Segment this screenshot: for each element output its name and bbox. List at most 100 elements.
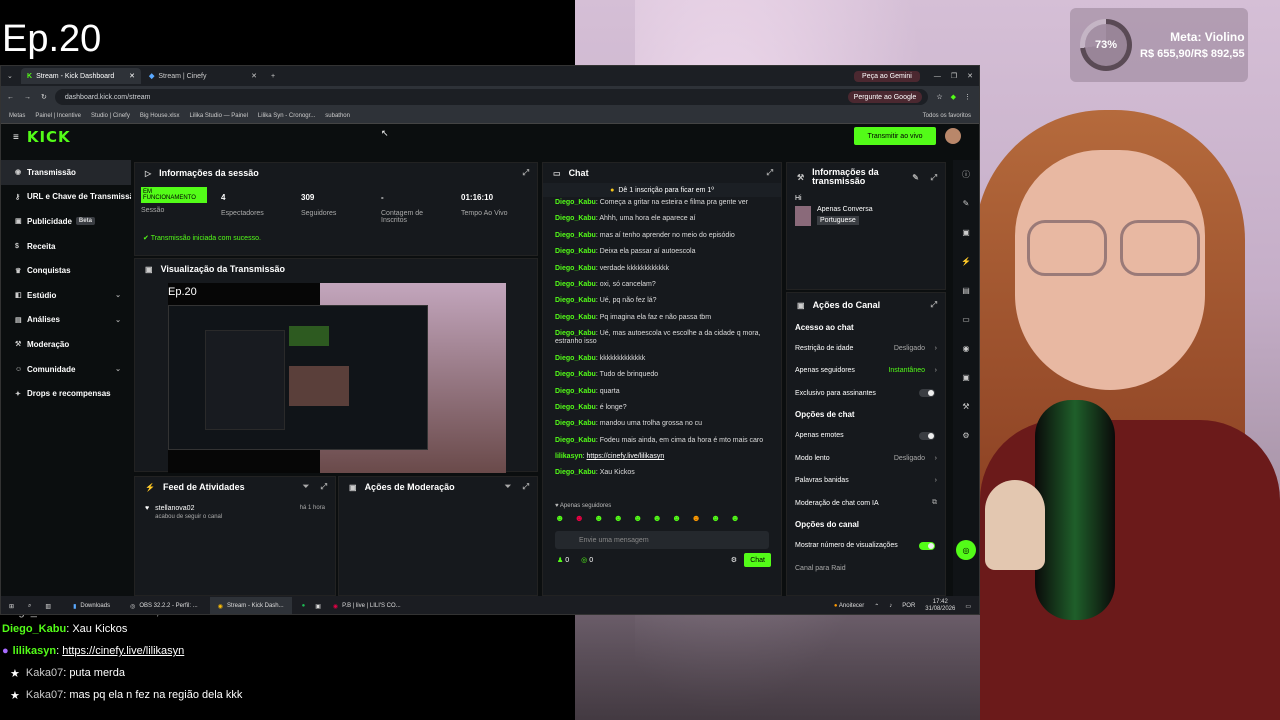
close-icon[interactable]: ✕ (129, 72, 135, 80)
chat-username[interactable]: lilikasyn (555, 453, 583, 460)
emote-icon[interactable]: ☻ (633, 513, 642, 523)
emote-icon[interactable]: ☻ (691, 513, 700, 523)
url-input[interactable]: dashboard.kick.com/stream Pergunte ao Goo… (54, 89, 929, 105)
sidebar-item-transmissao[interactable]: ◉ Transmissão (1, 160, 131, 185)
edit-icon[interactable]: ✎ (912, 173, 919, 182)
all-bookmarks[interactable]: Todos os favoritos (923, 113, 971, 119)
emote-icon[interactable]: ☻ (574, 513, 583, 523)
stream-preview[interactable]: Ep.20 (168, 283, 506, 473)
chat-username[interactable]: Diego_Kabu (555, 469, 596, 476)
chat-username[interactable]: Diego_Kabu (555, 314, 596, 321)
preview-icon[interactable]: ▣ (962, 218, 970, 247)
maximize-icon[interactable]: ❐ (951, 72, 957, 80)
spotify-icon[interactable]: ● (302, 603, 306, 609)
minimize-icon[interactable]: — (934, 73, 941, 80)
sidebar-item-analises[interactable]: ▤ Análises ⌄ (1, 308, 131, 333)
taskbar-app-live[interactable]: ◉ P.B | live | LILI'S CO... (325, 597, 409, 614)
reload-icon[interactable]: ↻ (41, 93, 47, 101)
ask-google-button[interactable]: Pergunte ao Google (847, 91, 923, 103)
emote-icon[interactable]: ☻ (555, 513, 564, 523)
bookmark[interactable]: Studio | Cinefy (91, 113, 130, 119)
comment-icon[interactable]: ▭ (962, 305, 970, 334)
tab-kick-dashboard[interactable]: K Stream - Kick Dashboard ✕ (21, 68, 141, 84)
hamburger-icon[interactable]: ≡ (13, 132, 19, 143)
emote-icon[interactable]: ☻ (652, 513, 661, 523)
expand-icon[interactable]: ⤢ (931, 173, 937, 182)
new-tab-icon[interactable]: + (271, 73, 275, 80)
chat-username[interactable]: Diego_Kabu (555, 215, 596, 222)
setting-slow-mode[interactable]: Modo lento Desligado › (787, 447, 945, 470)
bookmark[interactable]: subathon (325, 113, 350, 119)
setting-followers-only[interactable]: Apenas seguidores Instantâneo › (787, 360, 945, 383)
kick-logo[interactable]: KICK (27, 128, 71, 146)
chat-username[interactable]: Diego_Kabu (555, 355, 596, 362)
taskbar-app-obs[interactable]: ◎ OBS 32.2.2 - Perfil: ... (122, 597, 206, 614)
emote-icon[interactable]: ☻ (711, 513, 720, 523)
setting-raid-channel[interactable]: Canal para Raid (787, 557, 945, 580)
clock[interactable]: 17:42 31/08/2026 (925, 599, 955, 613)
chat-username[interactable]: Diego_Kabu (555, 248, 596, 255)
taskview-icon[interactable]: ▥ (45, 603, 51, 610)
record-icon[interactable]: ◉ (963, 334, 970, 363)
setting-age-restriction[interactable]: Restrição de idade Desligado › (787, 337, 945, 360)
sidebar-item-receita[interactable]: $ Receita (1, 234, 131, 259)
expand-icon[interactable]: ⤢ (931, 300, 937, 310)
toggle-subscribers-only[interactable] (919, 389, 935, 398)
sidebar-item-conquistas[interactable]: ♛ Conquistas (1, 258, 131, 283)
expand-icon[interactable]: ⤢ (321, 482, 327, 492)
chat-username[interactable]: Diego_Kabu (555, 297, 596, 304)
gemini-button[interactable]: Peça ao Gemini (854, 70, 920, 82)
search-icon[interactable]: ⌕ (28, 603, 31, 610)
setting-banned-words[interactable]: Palavras banidas › (787, 470, 945, 493)
bolt-icon[interactable]: ⚡ (961, 247, 971, 276)
chat-username[interactable]: Diego_Kabu (555, 371, 596, 378)
go-live-button[interactable]: Transmitir ao vivo (854, 127, 936, 145)
gear-icon[interactable]: ⚙ (731, 556, 737, 564)
sidebar-item-estudio[interactable]: ◧ Estúdio ⌄ (1, 283, 131, 308)
sidebar-item-moderacao[interactable]: ⚒ Moderação (1, 332, 131, 357)
expand-icon[interactable]: ⤢ (523, 168, 529, 178)
taskbar-app-browser[interactable]: ◉ Stream - Kick Dash... (209, 597, 292, 614)
sidebar-item-url[interactable]: ⚷ URL e Chave de Transmissão (1, 185, 131, 210)
back-icon[interactable]: ← (7, 94, 14, 101)
notification-icon[interactable]: ▭ (965, 603, 971, 610)
wrench-icon[interactable]: ⚒ (962, 392, 969, 421)
expand-icon[interactable]: ⤢ (523, 482, 529, 492)
emote-icon[interactable]: ☻ (672, 513, 681, 523)
menu-icon[interactable]: ⋮ (964, 93, 971, 101)
chat-username[interactable]: Diego_Kabu (555, 420, 596, 427)
tab-menu-icon[interactable]: ⌄ (7, 72, 19, 80)
windows-icon[interactable]: ⊞ (9, 603, 14, 610)
edit-icon[interactable]: ✎ (963, 189, 970, 218)
sidebar-item-comunidade[interactable]: ☺ Comunidade ⌄ (1, 357, 131, 382)
chat-icon[interactable]: ▤ (962, 276, 970, 305)
filter-icon[interactable]: ⏷ (303, 482, 309, 492)
support-icon[interactable]: ◎ (956, 540, 976, 560)
language-indicator[interactable]: POR (902, 603, 915, 609)
chat-username[interactable]: Diego_Kabu (555, 281, 596, 288)
bookmark[interactable]: Painel | Incentive (35, 113, 81, 119)
chat-username[interactable]: Diego_Kabu (555, 265, 596, 272)
setting-ai-moderation[interactable]: Moderação de chat com IA ⧉ (787, 492, 945, 515)
bookmark-star-icon[interactable]: ☆ (936, 93, 942, 101)
sidebar-item-publicidade[interactable]: ▣ Publicidade Beta (1, 209, 131, 234)
forward-icon[interactable]: → (24, 94, 31, 101)
chat-link[interactable]: https://cinefy.live/lilikasyn (62, 645, 184, 657)
shield-icon[interactable]: ▣ (962, 363, 970, 392)
sub-banner[interactable]: ● Dê 1 inscrição para ficar em 1º (543, 183, 781, 197)
chat-username[interactable]: Diego_Kabu (555, 437, 596, 444)
avatar[interactable] (945, 128, 961, 144)
chat-username[interactable]: Diego_Kabu (555, 199, 596, 206)
chat-username[interactable]: Diego_Kabu (555, 388, 596, 395)
chat-username[interactable]: Diego_Kabu (555, 404, 596, 411)
close-window-icon[interactable]: ✕ (967, 72, 973, 80)
chat-link[interactable]: https://cinefy.live/lilikasyn (587, 453, 665, 460)
close-icon[interactable]: ✕ (251, 72, 257, 80)
bookmark[interactable]: Lilika Studio — Painel (190, 113, 248, 119)
info-icon[interactable]: ⓘ (962, 160, 970, 189)
chat-username[interactable]: Diego_Kabu (555, 330, 596, 337)
weather[interactable]: ● Anoitecer (834, 603, 864, 609)
sidebar-item-drops[interactable]: ✦ Drops e recompensas (1, 381, 131, 406)
app-icon[interactable]: ▣ (315, 603, 321, 610)
volume-icon[interactable]: ♪ (889, 603, 892, 609)
